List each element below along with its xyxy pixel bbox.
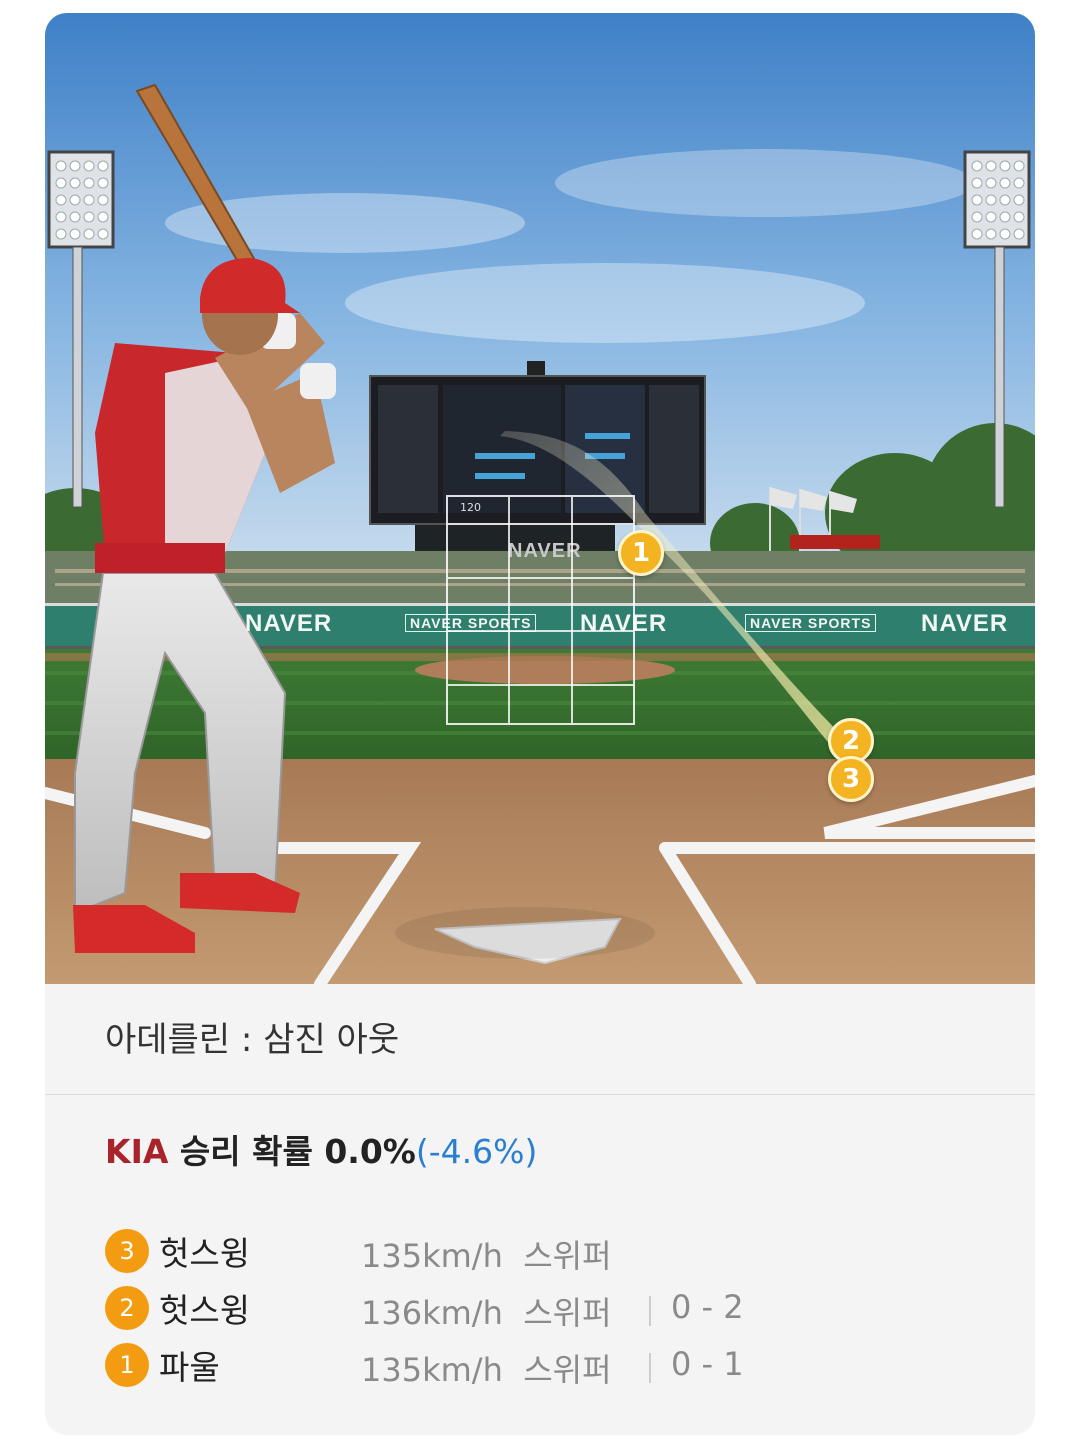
pitch-marker-1[interactable]: 1 (618, 530, 664, 576)
zone-readout: 120 (460, 501, 481, 514)
pitch-row[interactable]: 1 파울 135km/h 스위퍼 0 - 1 (105, 1337, 985, 1394)
pitch-result: 헛스윙 (159, 1234, 251, 1273)
pitch-speed: 136km/h (361, 1294, 503, 1332)
team-name: KIA (105, 1132, 169, 1171)
pitch-number-badge: 3 (105, 1229, 149, 1273)
win-probability-value: 0.0% (324, 1132, 416, 1171)
pitch-marker-3[interactable]: 3 (828, 756, 874, 802)
pitch-type: 스위퍼 (523, 1237, 612, 1275)
pitch-type: 스위퍼 (523, 1294, 612, 1332)
pitch-speed-type: 135km/h 스위퍼 (361, 1345, 612, 1391)
divider (649, 1296, 651, 1326)
ad-board-1: NAVER (245, 610, 333, 637)
pitch-result-card: NAVER NAVER SPORTS NAVER NAVER SPORTS NA… (45, 13, 1035, 1435)
pitch-row[interactable]: 2 헛스윙 136km/h 스위퍼 0 - 2 (105, 1280, 985, 1337)
pitch-result: 헛스윙 (159, 1291, 251, 1330)
pitch-speed-type: 136km/h 스위퍼 (361, 1288, 612, 1334)
play-caption: 아데를린 : 삼진 아웃 (45, 984, 1035, 1095)
ad-board-4: NAVER SPORTS (745, 614, 877, 632)
ball-strike-count: 0 - 2 (671, 1288, 744, 1326)
win-probability: KIA 승리 확률 0.0%(-4.6%) (105, 1125, 537, 1173)
ad-board-5: NAVER (921, 610, 1009, 637)
strike-zone-grid: 120 (446, 495, 635, 725)
play-result-text: 아데를린 : 삼진 아웃 (105, 1020, 400, 1060)
pitch-list: 3 헛스윙 135km/h 스위퍼 2 헛스윙 136km/h 스위퍼 0 - … (105, 1223, 985, 1394)
pitch-speed-type: 135km/h 스위퍼 (361, 1231, 612, 1277)
pitch-row[interactable]: 3 헛스윙 135km/h 스위퍼 (105, 1223, 985, 1280)
pitch-type: 스위퍼 (523, 1351, 612, 1389)
win-probability-delta: (-4.6%) (415, 1132, 538, 1171)
pitch-speed: 135km/h (361, 1351, 503, 1389)
pitch-animation-scene: NAVER NAVER SPORTS NAVER NAVER SPORTS NA… (45, 13, 1035, 984)
pitch-number-badge: 2 (105, 1286, 149, 1330)
divider (649, 1353, 651, 1383)
pitch-number-badge: 1 (105, 1343, 149, 1387)
pitch-speed: 135km/h (361, 1237, 503, 1275)
pitch-result: 파울 (159, 1348, 220, 1387)
ball-strike-count: 0 - 1 (671, 1345, 744, 1383)
win-probability-label: 승리 확률 (179, 1132, 313, 1171)
